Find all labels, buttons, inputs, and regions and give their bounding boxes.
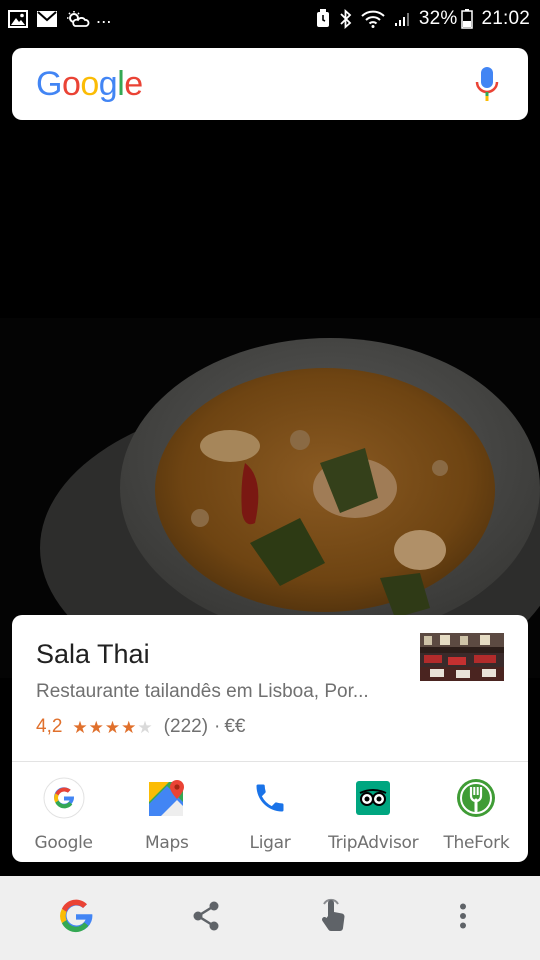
action-call[interactable]: Ligar (218, 762, 321, 862)
place-title[interactable]: Sala Thai (36, 639, 150, 670)
star-filled-icon: ★ (121, 717, 137, 737)
google-logo-letter: o (61, 64, 81, 103)
notification-overflow: ... (96, 6, 112, 27)
google-logo: Google (36, 65, 143, 104)
place-card[interactable]: Sala Thai Restaurante tailandês em Lisbo… (12, 615, 528, 862)
alarm-icon (315, 9, 331, 29)
screen-search-button[interactable] (308, 876, 360, 960)
action-label-call: Ligar (249, 833, 291, 853)
image-icon (8, 10, 28, 28)
price-level: €€ (224, 716, 246, 737)
action-label-tripadvisor: TripAdvisor (328, 833, 419, 853)
google-icon (43, 777, 85, 819)
share-button[interactable] (180, 876, 232, 960)
star-filled-icon: ★ (88, 717, 104, 737)
phone-icon (249, 777, 291, 819)
star-rating: ★ ★ ★ ★ ★ (72, 719, 153, 736)
thefork-icon (455, 777, 497, 819)
touch-icon (320, 898, 348, 939)
action-tripadvisor[interactable]: TripAdvisor (322, 762, 425, 862)
wifi-icon (361, 10, 385, 28)
action-thefork[interactable]: TheFork (425, 762, 528, 862)
signal-icon (393, 10, 411, 28)
star-filled-icon: ★ (104, 717, 121, 737)
google-logo-letter: G (36, 64, 62, 103)
action-label-google: Google (34, 833, 93, 853)
bluetooth-icon (339, 9, 353, 29)
action-label-thefork: TheFork (443, 833, 510, 853)
place-category: Restaurante tailandês em Lisboa, Por... (36, 681, 369, 702)
google-icon (57, 897, 95, 940)
action-google[interactable]: Google (12, 762, 115, 862)
battery-percent: 32% (418, 8, 458, 29)
action-label-maps: Maps (145, 833, 189, 853)
star-empty-icon: ★ (137, 717, 153, 737)
share-icon (191, 900, 221, 937)
more-options-button[interactable] (438, 876, 488, 960)
clock: 21:02 (481, 8, 530, 29)
bottom-action-bar (0, 876, 540, 960)
action-row: Google Maps Ligar TripAdvisor TheFork (12, 762, 528, 862)
rating-value: 4,2 (36, 716, 63, 737)
place-thumbnail[interactable] (420, 633, 504, 681)
search-bar[interactable]: Google (12, 48, 528, 120)
google-logo-letter: g (98, 64, 118, 103)
rating-row: 4,2 ★ ★ ★ ★ ★ (222) · €€ (36, 716, 246, 738)
tripadvisor-icon (352, 777, 394, 819)
google-logo-letter: o (80, 64, 99, 103)
maps-icon (146, 777, 188, 819)
google-home-button[interactable] (50, 876, 102, 960)
mail-icon (36, 10, 58, 28)
action-maps[interactable]: Maps (115, 762, 218, 862)
battery-icon (461, 9, 474, 29)
status-bar: ... 32% 21:02 (0, 0, 540, 38)
mic-icon[interactable] (474, 66, 500, 102)
star-filled-icon: ★ (72, 717, 88, 737)
weather-icon (66, 10, 90, 28)
google-logo-letter: e (124, 64, 143, 103)
more-icon (459, 903, 467, 934)
review-count: (222) (163, 716, 209, 737)
separator-dot: · (214, 716, 221, 737)
